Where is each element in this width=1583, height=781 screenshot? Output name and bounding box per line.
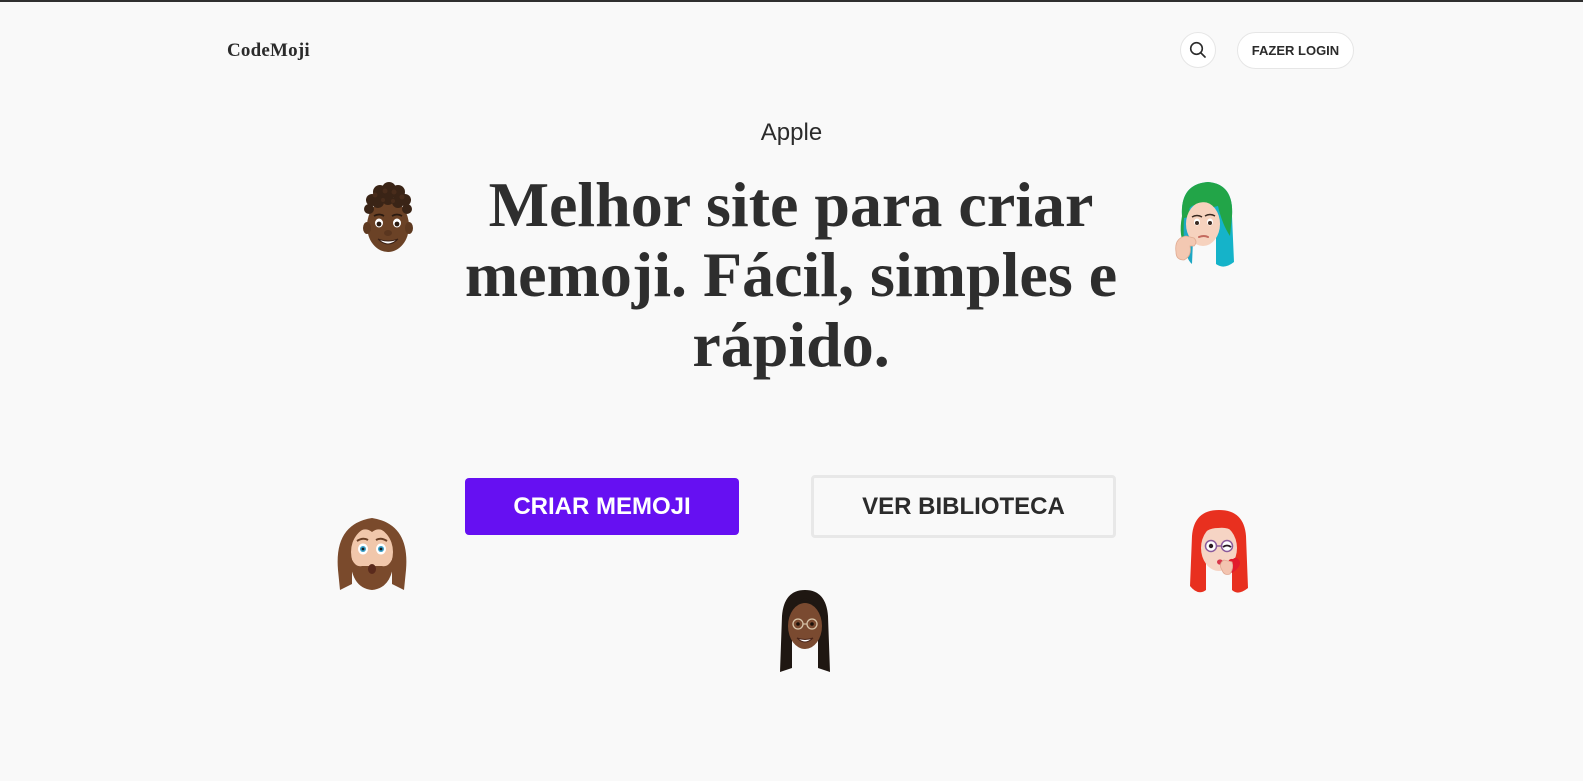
memoji-glasses-girl — [780, 590, 830, 672]
search-button[interactable] — [1180, 32, 1216, 68]
create-memoji-button[interactable]: CRIAR MEMOJI — [465, 478, 739, 535]
memoji-green-hair-girl-thinking — [1175, 182, 1234, 267]
memoji-red-hair-girl-kiss — [1190, 510, 1248, 593]
hero-eyebrow: Apple — [760, 119, 823, 146]
search-icon — [1189, 41, 1206, 58]
memoji-curly-hair-boy — [363, 182, 413, 252]
view-library-button[interactable]: VER BIBLIOTECA — [811, 475, 1116, 538]
logo[interactable]: CodeMoji — [227, 40, 310, 62]
login-button[interactable]: FAZER LOGIN — [1237, 32, 1354, 69]
hero-headline: Melhor site para criar memoji. Fácil, si… — [464, 169, 1118, 380]
memoji-bearded-man-surprised — [337, 518, 407, 590]
top-border — [0, 0, 1583, 2]
